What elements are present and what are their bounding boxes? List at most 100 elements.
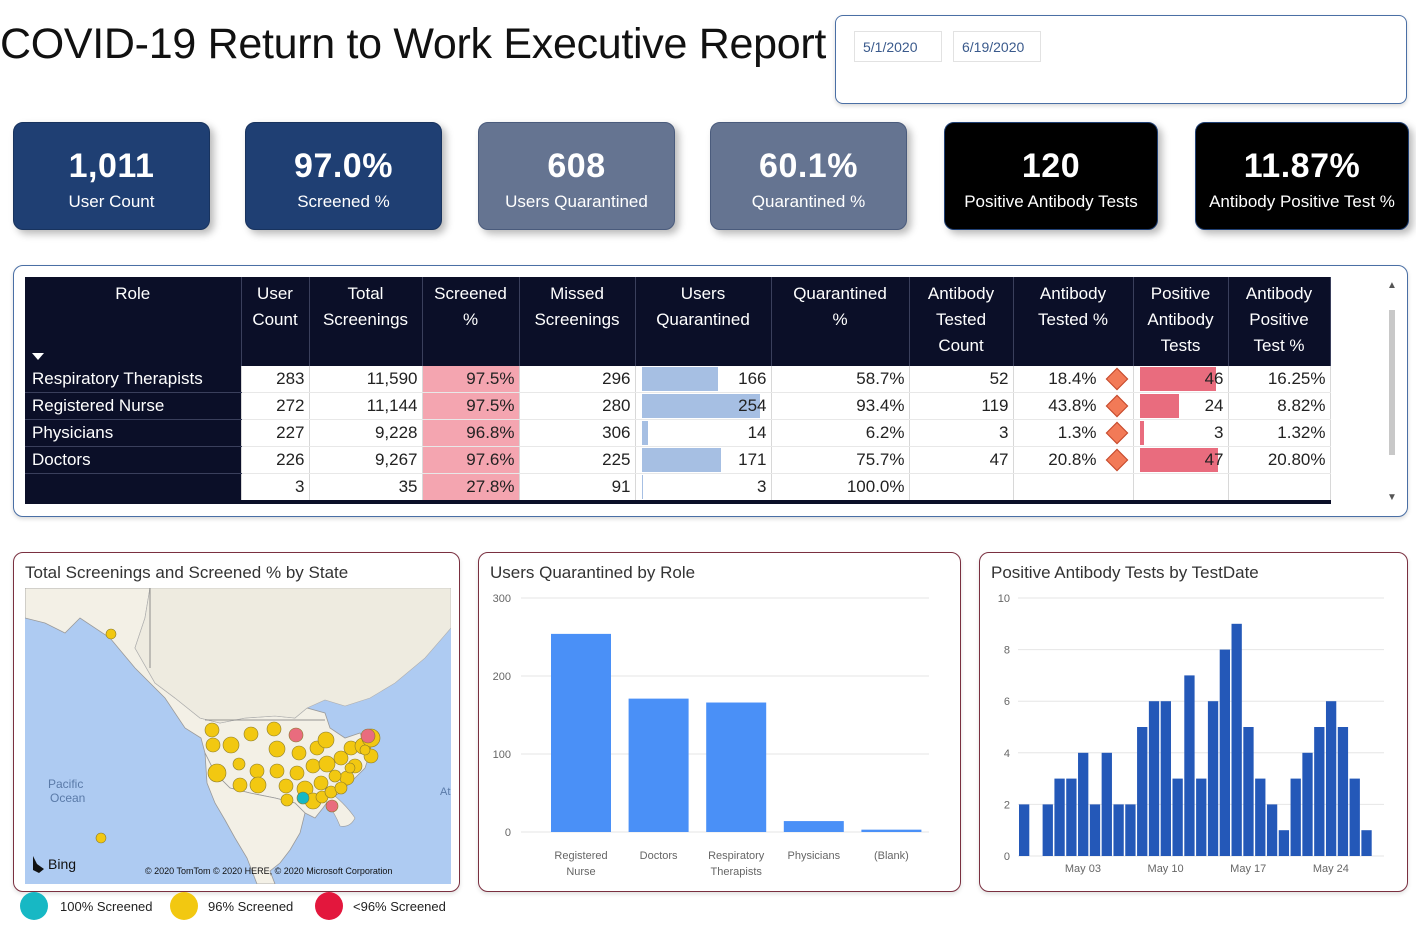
cell-total-screenings[interactable]: 9,267 — [309, 446, 423, 474]
cell-missed[interactable]: 306 — [519, 419, 636, 447]
cell-ab-tested-count[interactable]: 47 — [909, 446, 1014, 474]
bar[interactable] — [861, 829, 922, 832]
cell-quarantined-pct[interactable]: 75.7% — [771, 446, 910, 474]
bar[interactable] — [1302, 752, 1313, 856]
scrollbar-thumb[interactable] — [1389, 310, 1395, 455]
state-bubble[interactable] — [232, 757, 246, 771]
cell-positive-ab[interactable]: 24 — [1133, 392, 1229, 420]
state-bubble[interactable] — [204, 722, 220, 738]
column-header-antibody-tested-count[interactable]: Antibody Tested Count — [909, 277, 1014, 366]
state-bubble[interactable] — [359, 744, 371, 756]
cell-screened-pct[interactable]: 97.5% — [422, 366, 520, 393]
state-bubble[interactable] — [268, 740, 286, 758]
state-bubble[interactable] — [232, 777, 248, 793]
state-bubble[interactable] — [205, 737, 221, 753]
cell-user-count[interactable]: 283 — [241, 366, 310, 393]
bar[interactable] — [1349, 778, 1360, 856]
state-bubble[interactable] — [288, 727, 304, 743]
cell-missed[interactable]: 91 — [519, 473, 636, 504]
column-header-screened-pct[interactable]: Screened% — [422, 277, 520, 366]
state-bubble[interactable] — [278, 778, 294, 794]
state-bubble[interactable] — [95, 832, 107, 844]
cell-ab-tested-count[interactable] — [909, 473, 1014, 504]
cell-role[interactable] — [25, 473, 242, 504]
cell-ab-tested-pct[interactable]: 1.3% — [1013, 419, 1134, 447]
state-bubble[interactable] — [105, 628, 117, 640]
bar[interactable] — [706, 702, 767, 832]
scroll-up-icon[interactable]: ▲ — [1387, 280, 1397, 291]
cell-positive-ab[interactable]: 47 — [1133, 446, 1229, 474]
cell-ab-tested-pct[interactable]: 18.4% — [1013, 366, 1134, 393]
bar[interactable] — [783, 821, 844, 832]
bar[interactable] — [1278, 830, 1290, 856]
cell-ab-positive-pct[interactable]: 20.80% — [1228, 446, 1331, 474]
bar[interactable] — [1207, 701, 1219, 856]
cell-ab-tested-pct[interactable] — [1013, 473, 1134, 504]
state-bubble[interactable] — [305, 758, 321, 774]
bar[interactable] — [1160, 701, 1171, 856]
table-row[interactable]: Doctors 226 9,267 97.6% 225 171 75.7% 47 20.8% 47… — [25, 446, 1331, 474]
bar[interactable] — [1231, 623, 1242, 856]
cell-ab-positive-pct[interactable]: 8.82% — [1228, 392, 1331, 420]
state-bubble[interactable] — [344, 762, 356, 774]
bar[interactable] — [1101, 752, 1112, 856]
state-bubble[interactable] — [207, 763, 227, 783]
cell-positive-ab[interactable]: 46 — [1133, 366, 1229, 393]
cell-ab-tested-count[interactable]: 3 — [909, 419, 1014, 447]
bar[interactable] — [1255, 778, 1266, 856]
bar[interactable] — [1148, 701, 1160, 856]
cell-screened-pct[interactable]: 27.8% — [422, 473, 520, 504]
positive-antibody-by-date-chart[interactable]: 0 2 4 6 8 10 May 03 May 10 May 17 May 24 — [980, 588, 1400, 888]
bar[interactable] — [1196, 778, 1207, 856]
bar[interactable] — [1243, 727, 1254, 856]
cell-ab-tested-count[interactable]: 52 — [909, 366, 1014, 393]
cell-quarantined-pct[interactable]: 58.7% — [771, 366, 910, 393]
bar[interactable] — [1172, 778, 1183, 856]
cell-role[interactable]: Registered Nurse — [25, 392, 242, 420]
cell-quarantined[interactable]: 166 — [635, 366, 772, 393]
cell-missed[interactable]: 296 — [519, 366, 636, 393]
bar[interactable] — [1042, 804, 1053, 856]
bar[interactable] — [1066, 778, 1077, 856]
state-bubble[interactable] — [328, 769, 342, 783]
state-bubble[interactable] — [325, 799, 339, 813]
bar[interactable] — [1314, 727, 1325, 856]
cell-total-screenings[interactable]: 11,590 — [309, 366, 423, 393]
bar[interactable] — [1361, 830, 1372, 856]
start-date-field[interactable]: 5/1/2020 — [854, 31, 942, 62]
bar[interactable] — [1137, 727, 1148, 856]
end-date-field[interactable]: 6/19/2020 — [953, 31, 1041, 62]
cell-quarantined-pct[interactable]: 93.4% — [771, 392, 910, 420]
cell-ab-positive-pct[interactable] — [1228, 473, 1331, 504]
bar[interactable] — [1290, 778, 1301, 856]
column-header-antibody-positive-pct[interactable]: Antibody Positive Test % — [1228, 277, 1331, 366]
cell-user-count[interactable]: 227 — [241, 419, 310, 447]
cell-role[interactable]: Doctors — [25, 446, 242, 474]
state-bubble[interactable] — [334, 781, 348, 795]
state-bubble[interactable] — [269, 763, 285, 779]
cell-ab-tested-pct[interactable]: 43.8% — [1013, 392, 1134, 420]
bar[interactable] — [1337, 727, 1349, 856]
column-header-user-count[interactable]: User Count — [241, 277, 310, 366]
state-bubble[interactable] — [360, 728, 376, 744]
bar[interactable] — [1325, 701, 1337, 856]
cell-screened-pct[interactable]: 96.8% — [422, 419, 520, 447]
cell-missed[interactable]: 225 — [519, 446, 636, 474]
cell-user-count[interactable]: 226 — [241, 446, 310, 474]
sort-descending-icon[interactable] — [32, 353, 44, 360]
state-bubble[interactable] — [266, 721, 282, 737]
bar[interactable] — [1054, 778, 1065, 856]
cell-role[interactable]: Respiratory Therapists — [25, 366, 242, 393]
column-header-users-quarantined[interactable]: Users Quarantined — [635, 277, 772, 366]
bar[interactable] — [1089, 804, 1101, 856]
cell-missed[interactable]: 280 — [519, 392, 636, 420]
cell-ab-tested-pct[interactable]: 20.8% — [1013, 446, 1134, 474]
column-header-total-screenings[interactable]: Total Screenings — [309, 277, 423, 366]
scroll-down-icon[interactable]: ▼ — [1387, 492, 1397, 503]
date-range-slicer[interactable]: 5/1/2020 6/19/2020 — [835, 15, 1407, 104]
state-bubble[interactable] — [296, 791, 310, 805]
bar[interactable] — [628, 698, 689, 832]
cell-quarantined[interactable]: 254 — [635, 392, 772, 420]
cell-positive-ab[interactable]: 3 — [1133, 419, 1229, 447]
table-scrollbar[interactable]: ▲ ▼ — [1387, 280, 1397, 506]
